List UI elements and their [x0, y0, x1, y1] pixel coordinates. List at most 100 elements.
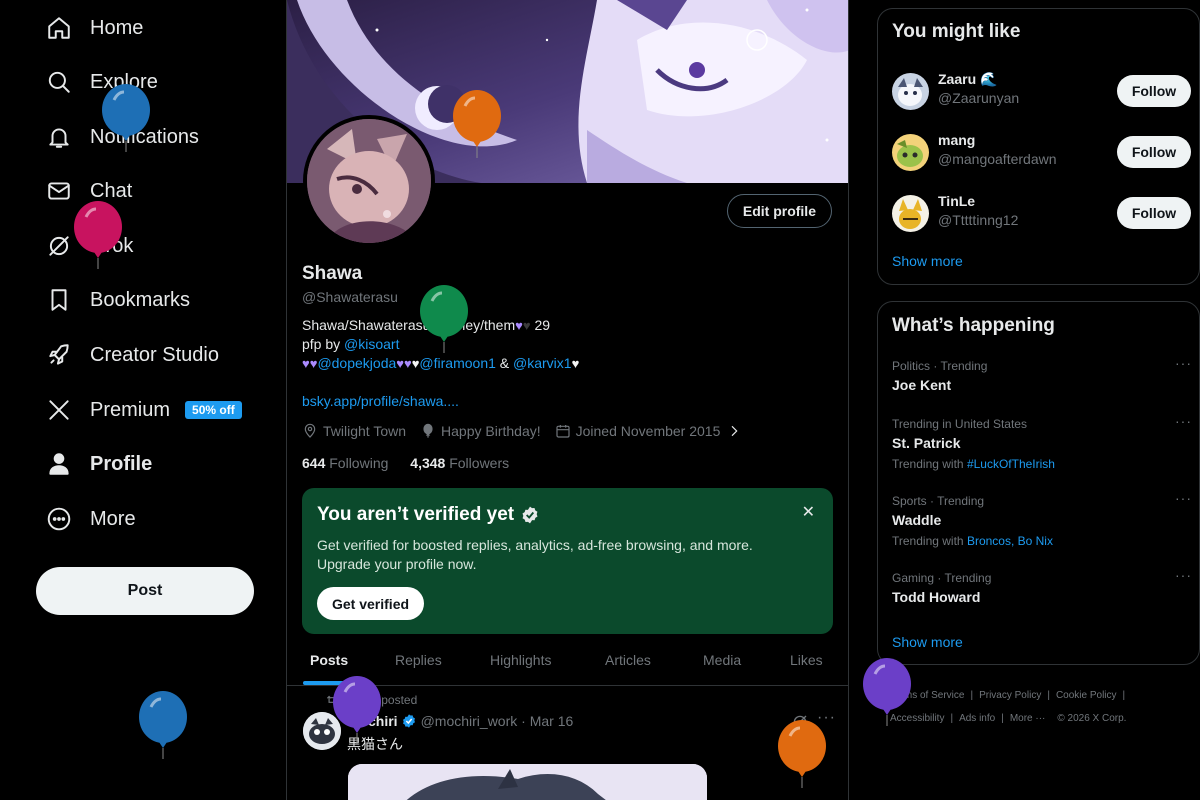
profile-website[interactable]: bsky.app/profile/shawa.... [302, 393, 459, 409]
tab-posts[interactable]: Posts [310, 652, 348, 668]
bio-ampersand: & [495, 355, 514, 371]
bio-line-2: pfp by @kisoart [302, 336, 399, 352]
suggestion-name: Zaaru 🌊 [938, 71, 998, 87]
following-count: 644 [302, 455, 326, 471]
suggestion-handle: @Tttttinng12 [938, 212, 1019, 228]
post-button[interactable]: Post [36, 567, 254, 615]
trend-title: Joe Kent [892, 377, 952, 393]
trend-title: St. Patrick [892, 435, 961, 451]
bio-mention-karvix1[interactable]: @karvix1 [513, 355, 572, 371]
premium-discount-badge: 50% off [185, 401, 242, 419]
footer-links: Terms of Service | Privacy Policy | Cookie P… [890, 684, 1190, 730]
tab-highlights[interactable]: Highlights [490, 652, 551, 668]
balloon-icon [423, 423, 433, 438]
follow-button[interactable]: Follow [1117, 136, 1191, 168]
nav-label: Home [90, 16, 144, 39]
trending-with: Trending with #LuckOfTheIrish [892, 457, 1192, 471]
following-link[interactable]: 644 Following [302, 455, 388, 471]
bio-mention-firamoon1[interactable]: @firamoon1 [419, 355, 495, 371]
profile-meta: Twilight Town Happy Birthday! Joined Nov… [302, 423, 761, 439]
footer-ads-info[interactable]: Ads info [959, 713, 995, 724]
avatar[interactable] [892, 195, 929, 232]
bio-mention-dopekjoda[interactable]: @dopekjoda [317, 355, 396, 371]
suggestion-row[interactable]: mang @mangoafterdawn Follow [892, 130, 1192, 174]
suggestion-name: TinLe [938, 193, 976, 209]
display-name: Shawa [302, 263, 363, 284]
show-more-link[interactable]: Show more [892, 634, 963, 650]
profile-avatar[interactable] [303, 115, 435, 247]
footer-copyright: © 2026 X Corp. [1057, 713, 1127, 724]
more-options-icon[interactable]: ··· [1175, 490, 1192, 506]
footer-privacy[interactable]: Privacy Policy [979, 690, 1041, 701]
balloon-decoration [420, 285, 468, 353]
follow-button[interactable]: Follow [1117, 197, 1191, 229]
trend-category: Trending in United States [892, 417, 1027, 431]
balloon-decoration [102, 84, 150, 152]
tweet-handle-date[interactable]: @mochiri_work · Mar 16 [421, 713, 574, 729]
more-options-icon[interactable]: ··· [1175, 355, 1192, 371]
calendar-icon [556, 425, 570, 438]
joined-date[interactable]: Joined November 2015 [555, 423, 748, 439]
avatar[interactable] [892, 73, 929, 110]
footer-cookies[interactable]: Cookie Policy [1056, 690, 1117, 701]
footer-separator: | [1122, 690, 1126, 701]
trend-title: Todd Howard [892, 589, 981, 605]
nav-home[interactable]: Home [46, 10, 143, 46]
tab-likes[interactable]: Likes [790, 652, 823, 668]
more-options-icon[interactable]: ··· [1175, 567, 1192, 583]
birthday-text: Happy Birthday! [441, 423, 541, 439]
purple-heart-icon: ♥ [302, 356, 310, 371]
trend-item[interactable]: Trending in United States St. Patrick Tr… [892, 413, 1192, 471]
follow-button[interactable]: Follow [1117, 75, 1191, 107]
bio-age: 29 [534, 317, 551, 333]
x-logo-icon [49, 400, 69, 420]
balloon-decoration [778, 720, 826, 788]
verify-card-title: You aren’t verified yet [317, 504, 818, 526]
home-icon [48, 17, 70, 39]
nav-creator-studio[interactable]: Creator Studio [46, 337, 219, 373]
following-label: Following [329, 455, 389, 471]
trending-with-link[interactable]: Broncos, Bo Nix [967, 534, 1053, 548]
nav-label: Bookmarks [90, 288, 191, 311]
trending-with: Trending with Broncos, Bo Nix [892, 534, 1192, 548]
person-icon [49, 453, 69, 475]
trend-item[interactable]: Politics · Trending Joe Kent ··· [892, 355, 1192, 393]
followers-link[interactable]: 4,348 Followers [410, 455, 509, 471]
tweet-image[interactable] [348, 764, 707, 800]
nav-profile[interactable]: Profile [46, 446, 152, 482]
close-icon[interactable]: ✕ [802, 502, 815, 522]
nav-label: Premium [90, 398, 171, 421]
edit-profile-button[interactable]: Edit profile [726, 194, 832, 228]
followers-count: 4,348 [410, 455, 446, 471]
footer-more[interactable]: More ··· [1010, 713, 1046, 724]
suggestion-name: mang [938, 132, 976, 148]
suggestion-handle: @Zaarunyan [938, 90, 1020, 106]
tab-replies[interactable]: Replies [395, 652, 442, 668]
trend-item[interactable]: Gaming · Trending Todd Howard ··· [892, 567, 1192, 605]
trending-with-link[interactable]: #LuckOfTheIrish [967, 457, 1055, 471]
nav-premium[interactable]: Premium 50% off [46, 392, 242, 428]
show-more-link[interactable]: Show more [892, 253, 963, 269]
purple-heart-icon: ♥ [396, 356, 404, 371]
nav-label: Profile [90, 452, 153, 475]
avatar[interactable] [892, 134, 929, 171]
verify-card-body: Get verified for boosted replies, analyt… [317, 537, 753, 572]
tab-media[interactable]: Media [703, 652, 741, 668]
trending-with-label: Trending with [892, 534, 964, 548]
who-to-follow-card: You might like Zaaru 🌊 @Zaarunyan Follow… [877, 8, 1200, 285]
location-pin-icon [304, 423, 316, 438]
nav-more[interactable]: More [46, 501, 136, 537]
website-link[interactable]: bsky.app/profile/shawa.... [302, 393, 459, 409]
tab-articles[interactable]: Articles [605, 652, 651, 668]
bio-pfp-credit: pfp by [302, 336, 345, 352]
grok-icon [49, 236, 69, 256]
get-verified-button[interactable]: Get verified [317, 587, 425, 620]
suggestion-row[interactable]: TinLe @Tttttinng12 Follow [892, 191, 1192, 235]
more-options-icon[interactable]: ··· [1175, 413, 1192, 429]
nav-bookmarks[interactable]: Bookmarks [46, 282, 190, 318]
footer-separator: | [1001, 713, 1004, 724]
suggestion-row[interactable]: Zaaru 🌊 @Zaarunyan Follow [892, 69, 1192, 113]
trend-item[interactable]: Sports · Trending Waddle Trending with B… [892, 490, 1192, 548]
bio-mention-kisoart[interactable]: @kisoart [344, 336, 399, 352]
balloon-decoration [453, 90, 501, 158]
